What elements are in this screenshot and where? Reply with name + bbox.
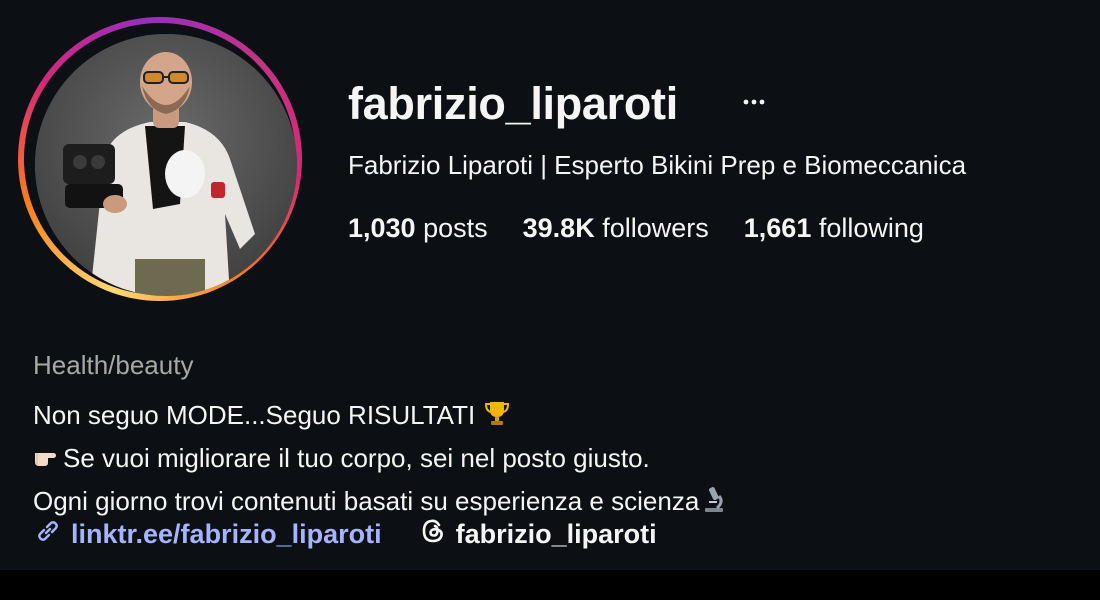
bio-line-1-text: Non seguo MODE...Seguo RISULTATI [33, 400, 483, 430]
microscope-icon [699, 484, 729, 525]
ellipsis-icon[interactable] [740, 88, 768, 116]
followers-count: 39.8K [522, 213, 595, 243]
following-stat[interactable]: 1,661 following [744, 213, 924, 244]
profile-full-name: Fabrizio Liparoti | Esperto Bikini Prep … [348, 150, 967, 180]
trophy-icon [482, 398, 512, 439]
threads-link[interactable]: fabrizio_liparoti [418, 516, 657, 553]
profile-stats: 1,030 posts 39.8K followers 1,661 follow… [348, 213, 924, 244]
posts-count: 1,030 [348, 213, 416, 243]
bio-line-2: Se vuoi migliorare il tuo corpo, sei nel… [33, 439, 729, 482]
bottom-bar [0, 570, 1100, 600]
profile-category: Health/beauty [33, 350, 194, 380]
bio-line-1: Non seguo MODE...Seguo RISULTATI [33, 396, 729, 439]
profile-links: linktr.ee/fabrizio_liparoti fabrizio_lip… [33, 516, 657, 553]
profile-header: fabrizio_liparoti Fabrizio Liparoti | Es… [0, 0, 1100, 570]
avatar-photo [35, 34, 297, 296]
website-link[interactable]: linktr.ee/fabrizio_liparoti [33, 516, 382, 553]
threads-icon [418, 516, 448, 553]
website-link-text: linktr.ee/fabrizio_liparoti [71, 519, 382, 549]
profile-username: fabrizio_liparoti [348, 78, 678, 129]
followers-label: followers [602, 213, 709, 243]
posts-label: posts [423, 213, 488, 243]
link-icon [33, 516, 63, 553]
followers-stat[interactable]: 39.8K followers [523, 213, 709, 244]
profile-avatar[interactable] [35, 34, 297, 296]
profile-bio: Non seguo MODE...Seguo RISULTATI Se vuoi… [33, 396, 729, 525]
posts-stat[interactable]: 1,030 posts [348, 213, 488, 244]
bio-line-2-text: Se vuoi migliorare il tuo corpo, sei nel… [63, 443, 650, 473]
bio-line-3-text: Ogni giorno trovi contenuti basati su es… [33, 486, 700, 516]
story-ring[interactable] [18, 17, 302, 301]
following-count: 1,661 [743, 213, 812, 243]
following-label: following [818, 213, 924, 243]
threads-handle: fabrizio_liparoti [455, 519, 657, 549]
pointing-hand-icon [33, 441, 63, 482]
